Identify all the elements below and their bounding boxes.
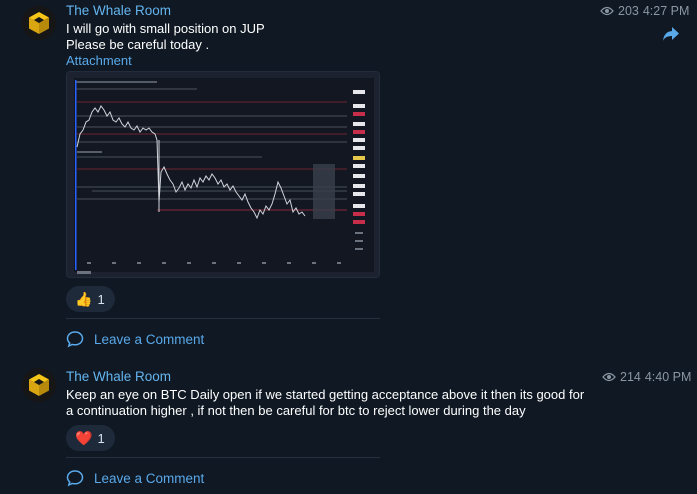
leave-comment-button[interactable]: Leave a Comment — [66, 330, 204, 348]
trading-chart-image — [67, 72, 379, 277]
attachment-link[interactable]: Attachment — [66, 53, 132, 68]
leave-comment-button[interactable]: Leave a Comment — [66, 469, 204, 487]
message-meta: 214 4:40 PM — [602, 370, 691, 384]
view-count: 203 — [618, 4, 639, 18]
reaction-heart[interactable]: ❤️ 1 — [66, 425, 115, 451]
leave-comment-label: Leave a Comment — [94, 331, 205, 347]
whale-room-logo-icon — [22, 368, 56, 402]
comment-divider — [66, 457, 380, 458]
leave-comment-label: Leave a Comment — [94, 470, 205, 486]
eye-icon — [602, 372, 616, 382]
heart-icon: ❤️ — [75, 430, 93, 446]
view-count: 214 — [620, 370, 641, 384]
message-time: 4:40 PM — [644, 370, 692, 384]
whale-room-logo-icon — [22, 6, 56, 40]
sender-name[interactable]: The Whale Room — [66, 369, 171, 384]
reaction-count: 1 — [97, 291, 105, 307]
message-text: Keep an eye on BTC Daily open if we star… — [66, 387, 585, 418]
reaction-count: 1 — [97, 430, 105, 446]
message-meta: 203 4:27 PM — [600, 4, 689, 18]
message-text: I will go with small position on JUP Ple… — [66, 21, 265, 52]
comment-bubble-icon — [66, 331, 84, 348]
thumbs-up-icon: 👍 — [75, 291, 93, 307]
comment-bubble-icon — [66, 470, 84, 487]
sender-name[interactable]: The Whale Room — [66, 3, 171, 18]
share-button[interactable] — [662, 26, 680, 47]
channel-avatar[interactable] — [22, 6, 56, 40]
chart-attachment-image[interactable] — [66, 71, 380, 278]
message-time: 4:27 PM — [642, 4, 690, 18]
share-arrow-icon — [663, 27, 679, 41]
reaction-thumbs-up[interactable]: 👍 1 — [66, 286, 115, 312]
comment-divider — [66, 318, 380, 319]
eye-icon — [600, 6, 614, 16]
channel-avatar[interactable] — [22, 368, 56, 402]
